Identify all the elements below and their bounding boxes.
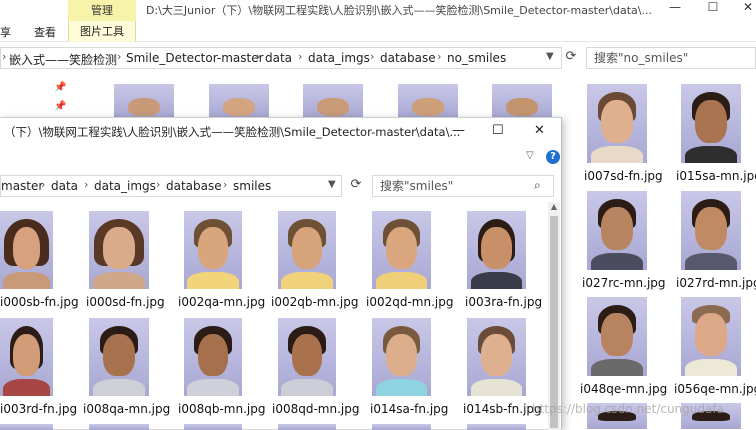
breadcrumb-separator-icon: › <box>2 50 7 63</box>
file-thumbnail[interactable] <box>89 211 149 289</box>
file-thumbnail[interactable] <box>681 84 741 163</box>
ribbon-tab-share[interactable]: 享 <box>0 24 11 40</box>
file-thumbnail[interactable] <box>278 318 336 396</box>
ribbon-tab-view[interactable]: 查看 <box>34 24 56 40</box>
breadcrumb-item-current[interactable]: no_smiles <box>447 51 506 65</box>
window-title: D:\大三Junior（下）\物联网工程实践\人脸识别\嵌入式——笑脸检测\Sm… <box>146 4 652 17</box>
breadcrumb-separator-icon[interactable]: › <box>437 50 441 63</box>
file-name[interactable]: i007sd-fn.jpg <box>584 169 663 183</box>
chevron-down-icon[interactable]: ▼ <box>546 51 554 62</box>
file-thumbnail[interactable] <box>209 84 269 118</box>
breadcrumb-separator-icon[interactable]: › <box>298 50 302 63</box>
breadcrumb-item[interactable]: data_imgs <box>308 51 370 65</box>
breadcrumb-item[interactable]: data <box>51 179 78 193</box>
breadcrumb-item[interactable]: master <box>1 179 43 193</box>
file-thumbnail[interactable] <box>587 84 647 163</box>
file-thumbnail[interactable] <box>0 424 53 430</box>
file-thumbnail[interactable] <box>467 424 526 430</box>
breadcrumb-item[interactable]: 嵌入式——笑脸检测 <box>9 51 117 68</box>
file-thumbnail[interactable] <box>587 297 647 376</box>
file-name[interactable]: i027rc-mn.jpg <box>582 276 666 290</box>
breadcrumb-item[interactable]: database <box>380 51 436 65</box>
file-thumbnail[interactable] <box>398 84 458 118</box>
close-button[interactable]: ✕ <box>534 123 545 138</box>
ribbon: 享 查看 管理 图片工具 D:\大三Junior（下）\物联网工程实践\人脸识别… <box>0 0 756 42</box>
search-input[interactable]: 搜索"smiles" <box>372 175 554 197</box>
ribbon-tab-manage[interactable]: 管理 <box>68 0 136 21</box>
minimize-button[interactable]: — <box>655 0 695 16</box>
file-thumbnail[interactable] <box>467 211 526 289</box>
breadcrumb-separator-icon[interactable]: › <box>256 50 260 63</box>
breadcrumb-separator-icon[interactable]: › <box>41 178 45 191</box>
file-thumbnail[interactable] <box>681 297 741 376</box>
pin-icon[interactable]: 📌 <box>54 82 66 93</box>
file-thumbnail[interactable] <box>278 424 336 430</box>
file-thumbnail[interactable] <box>184 424 242 430</box>
file-name[interactable]: i008qd-mn.jpg <box>272 402 359 416</box>
search-input[interactable]: 搜索"no_smiles" <box>586 47 756 69</box>
file-thumbnail[interactable] <box>467 318 526 396</box>
maximize-button[interactable]: ☐ <box>693 0 733 16</box>
file-name[interactable]: i015sa-mn.jpg <box>676 169 756 183</box>
refresh-icon[interactable]: ⟳ <box>563 49 579 67</box>
file-thumbnail[interactable] <box>372 211 431 289</box>
watermark: https://blog.csdn.net/cungudafa <box>532 402 724 416</box>
chevron-down-icon[interactable]: ▼ <box>328 179 336 190</box>
file-thumbnail[interactable] <box>184 211 242 289</box>
search-icon[interactable]: ⌕ <box>534 178 541 193</box>
file-name[interactable]: i014sb-fn.jpg <box>463 402 542 416</box>
breadcrumb-separator-icon[interactable]: › <box>156 178 160 191</box>
file-name[interactable]: i003rd-fn.jpg <box>0 402 77 416</box>
breadcrumb-item[interactable]: Smile_Detector-master <box>126 51 264 65</box>
file-thumbnail[interactable] <box>278 211 336 289</box>
file-thumbnail[interactable] <box>587 191 647 270</box>
pin-icon[interactable]: 📌 <box>54 101 66 112</box>
expand-ribbon-chevron-icon[interactable]: ▽ <box>526 150 534 161</box>
breadcrumb-separator-icon[interactable]: › <box>84 178 88 191</box>
file-name[interactable]: i000sd-fn.jpg <box>86 295 165 309</box>
breadcrumb-separator-icon[interactable]: › <box>223 178 227 191</box>
file-thumbnail[interactable] <box>681 191 741 270</box>
file-thumbnail[interactable] <box>89 424 149 430</box>
breadcrumb-item[interactable]: database <box>166 179 222 193</box>
address-bar[interactable]: master › data › data_imgs › database › s… <box>0 175 342 197</box>
file-name[interactable]: i002qb-mn.jpg <box>271 295 358 309</box>
file-name[interactable]: i000sb-fn.jpg <box>0 295 79 309</box>
maximize-button[interactable]: ☐ <box>492 123 504 138</box>
close-button[interactable]: ✕ <box>728 0 756 16</box>
explorer-window-smiles: （下）\物联网工程实践\人脸识别\嵌入式——笑脸检测\Smile_Detecto… <box>0 117 562 430</box>
file-name[interactable]: i008qb-mn.jpg <box>178 402 265 416</box>
file-thumbnail[interactable] <box>0 211 53 289</box>
breadcrumb-separator-icon[interactable]: › <box>370 50 374 63</box>
file-name[interactable]: i027rd-mn.jpg <box>676 276 756 290</box>
help-icon[interactable]: ? <box>546 150 560 164</box>
file-thumbnail[interactable] <box>89 318 149 396</box>
file-name[interactable]: i003ra-fn.jpg <box>465 295 542 309</box>
file-thumbnail[interactable] <box>114 84 174 118</box>
scroll-up-arrow-icon[interactable]: ▲ <box>548 202 560 214</box>
breadcrumb-item-current[interactable]: smiles <box>233 179 271 193</box>
file-name[interactable]: i002qd-mn.jpg <box>366 295 453 309</box>
window-title: （下）\物联网工程实践\人脸识别\嵌入式——笑脸检测\Smile_Detecto… <box>4 125 461 139</box>
address-bar[interactable]: › 嵌入式——笑脸检测 › Smile_Detector-master › da… <box>0 47 562 69</box>
file-thumbnail[interactable] <box>372 424 431 430</box>
breadcrumb-item[interactable]: data_imgs <box>94 179 156 193</box>
minimize-button[interactable]: — <box>452 123 465 138</box>
file-name[interactable]: i008qa-mn.jpg <box>83 402 170 416</box>
file-name[interactable]: i048qe-mn.jpg <box>580 382 667 396</box>
file-name[interactable]: i014sa-fn.jpg <box>370 402 448 416</box>
ribbon-tab-picture-tools[interactable]: 图片工具 <box>68 21 136 42</box>
file-thumbnail[interactable] <box>492 84 552 118</box>
file-thumbnail[interactable] <box>303 84 363 118</box>
file-thumbnail[interactable] <box>372 318 431 396</box>
refresh-icon[interactable]: ⟳ <box>348 177 364 195</box>
breadcrumb-item[interactable]: data <box>265 51 292 65</box>
scrollbar-thumb[interactable] <box>550 216 558 428</box>
file-thumbnail[interactable] <box>184 318 242 396</box>
breadcrumb-separator-icon[interactable]: › <box>117 50 121 63</box>
file-name[interactable]: i002qa-mn.jpg <box>178 295 265 309</box>
file-name[interactable]: i056qe-mn.jpg <box>674 382 756 396</box>
file-thumbnail[interactable] <box>0 318 53 396</box>
